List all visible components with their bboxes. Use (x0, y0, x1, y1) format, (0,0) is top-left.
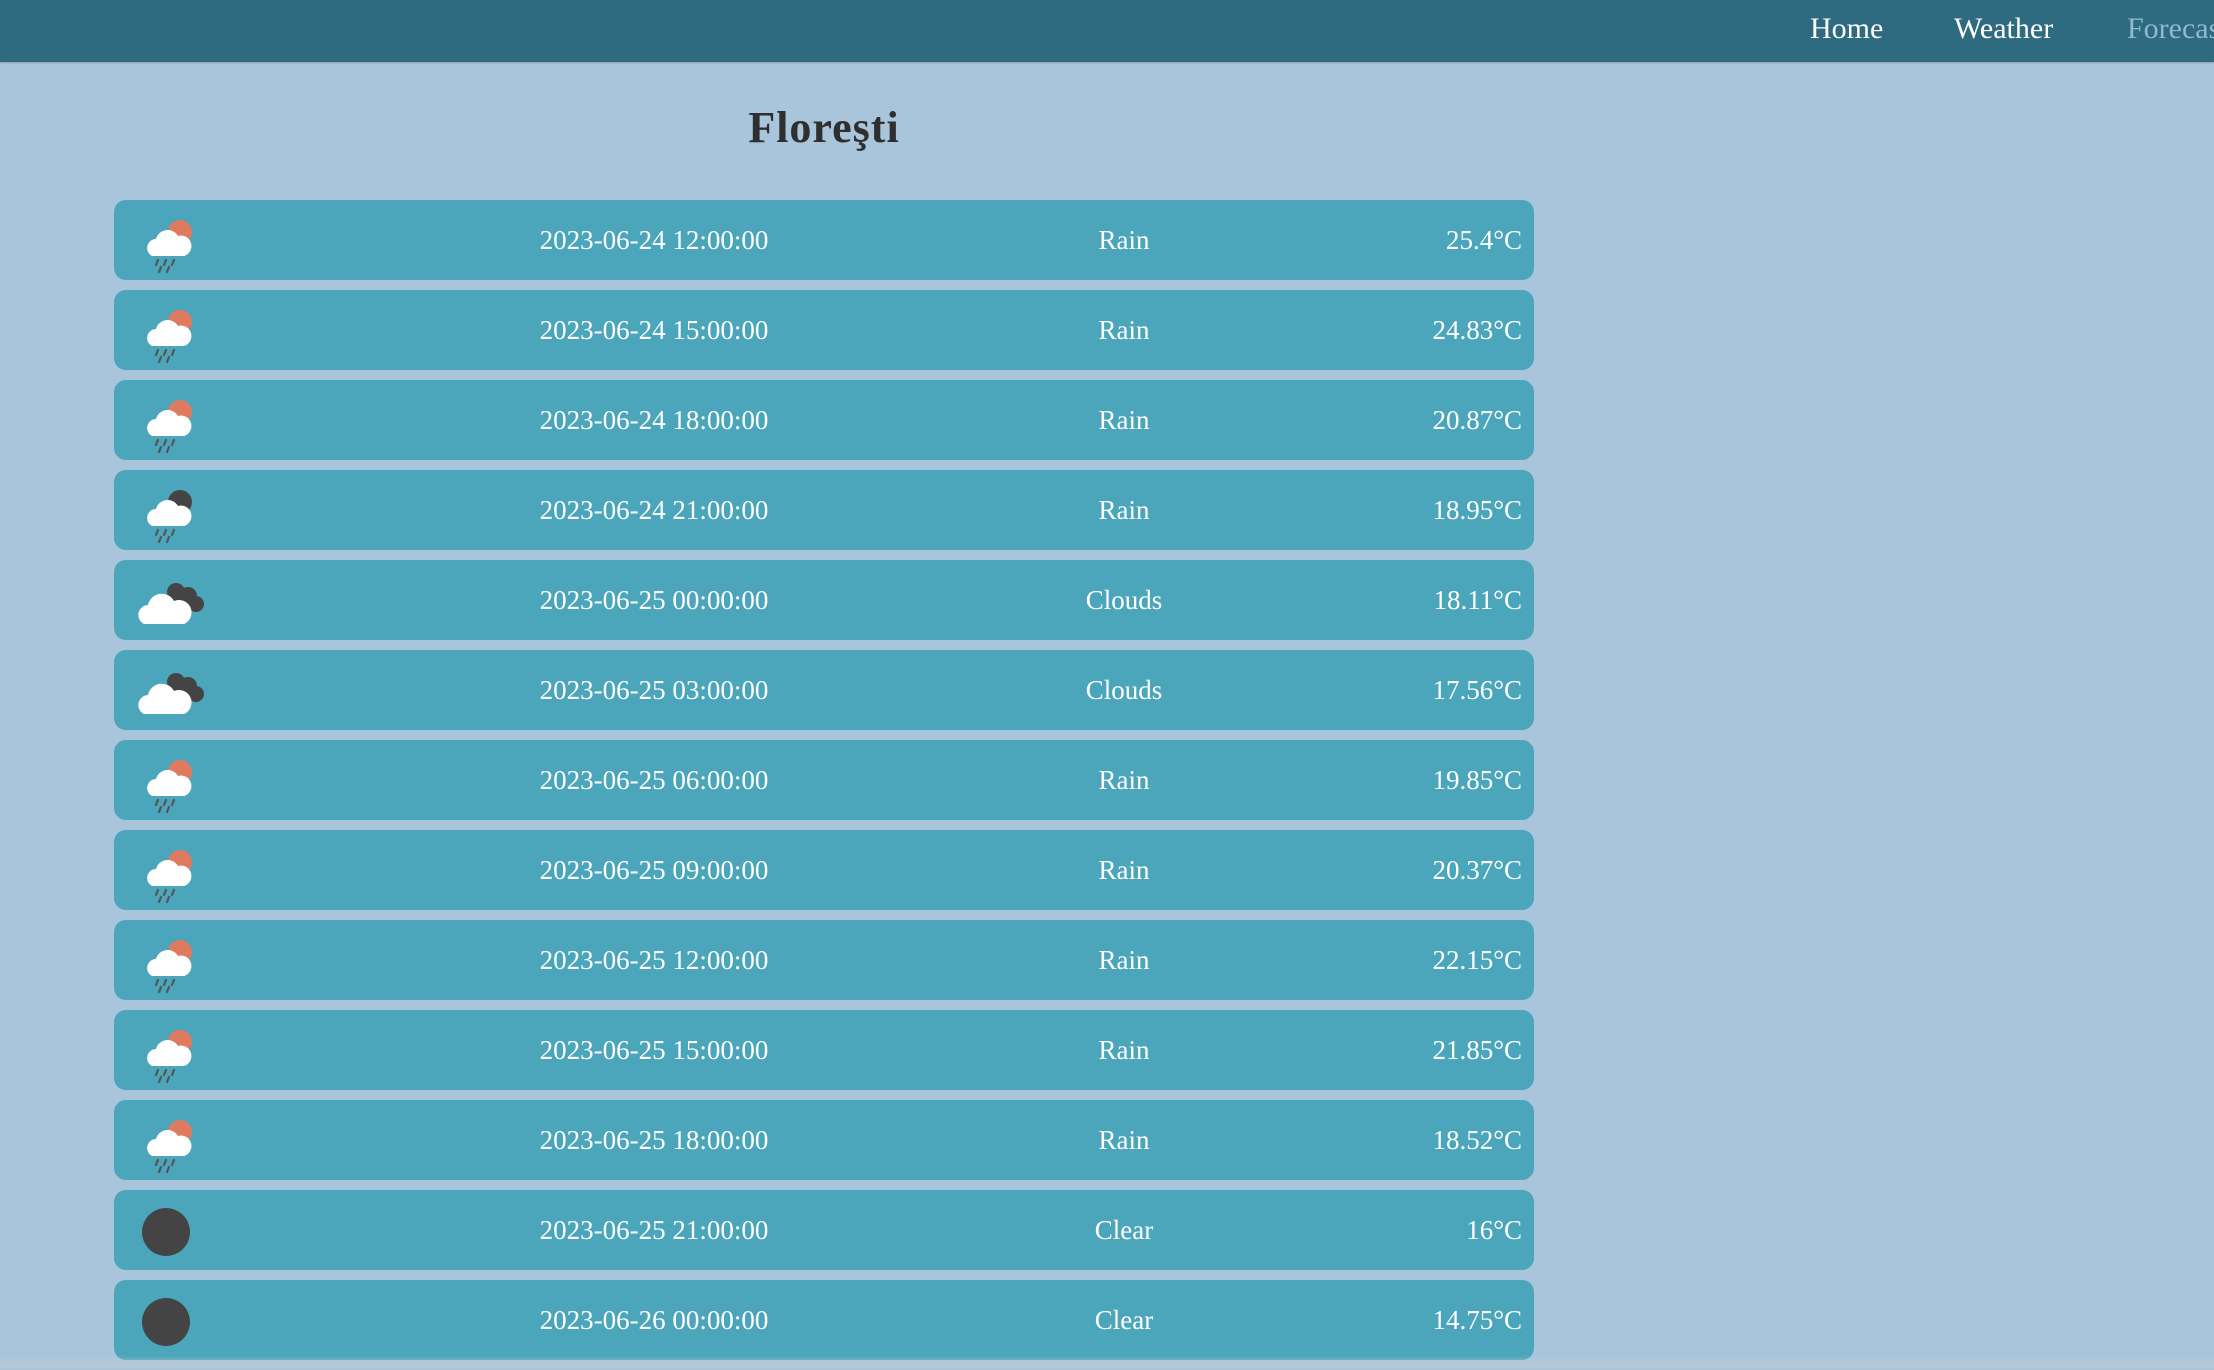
forecast-condition: Clouds (1085, 585, 1163, 615)
forecast-row: 2023-06-25 18:00:00 Rain 18.52°C (114, 1100, 1534, 1180)
clouds-icon (136, 570, 208, 630)
forecast-temperature: 19.85°C (1432, 765, 1522, 795)
forecast-condition: Rain (1098, 405, 1150, 435)
forecast-datetime: 2023-06-25 06:00:00 (539, 765, 769, 795)
forecast-datetime: 2023-06-25 09:00:00 (539, 855, 769, 885)
forecast-datetime: 2023-06-24 21:00:00 (539, 495, 769, 525)
forecast-temperature: 17.56°C (1432, 675, 1522, 705)
forecast-temperature: 18.52°C (1432, 1125, 1522, 1155)
forecast-row: 2023-06-25 12:00:00 Rain 22.15°C (114, 920, 1534, 1000)
forecast-condition: Rain (1098, 1125, 1150, 1155)
forecast-row: 2023-06-24 15:00:00 Rain 24.83°C (114, 290, 1534, 370)
forecast-temperature: 22.15°C (1432, 945, 1522, 975)
forecast-temperature: 24.83°C (1432, 315, 1522, 345)
forecast-condition: Rain (1098, 945, 1150, 975)
rain-day-icon (136, 1110, 200, 1174)
forecast-datetime: 2023-06-24 12:00:00 (539, 225, 769, 255)
forecast-datetime: 2023-06-25 15:00:00 (539, 1035, 769, 1065)
rain-day-icon (136, 1020, 200, 1084)
forecast-temperature: 18.95°C (1432, 495, 1522, 525)
city-title: Floreşti (748, 103, 900, 152)
rain-day-icon (136, 300, 200, 364)
forecast-condition: Rain (1098, 495, 1150, 525)
forecast-condition: Rain (1098, 765, 1150, 795)
forecast-datetime: 2023-06-25 03:00:00 (539, 675, 769, 705)
forecast-condition: Clear (1094, 1305, 1154, 1335)
clear-night-icon (136, 1200, 200, 1260)
forecast-temperature: 20.87°C (1432, 405, 1522, 435)
rain-day-icon (136, 930, 200, 994)
forecast-temperature: 18.11°C (1433, 585, 1522, 615)
forecast-row: 2023-06-25 00:00:00 Clouds 18.11°C (114, 560, 1534, 640)
forecast-row: 2023-06-24 18:00:00 Rain 20.87°C (114, 380, 1534, 460)
forecast-list: 2023-06-24 12:00:00 Rain 25.4°C 2023-06-24 … (114, 200, 1534, 1370)
forecast-condition: Clear (1094, 1215, 1154, 1245)
forecast-datetime: 2023-06-25 18:00:00 (539, 1125, 769, 1155)
forecast-datetime: 2023-06-25 00:00:00 (539, 585, 769, 615)
forecast-datetime: 2023-06-25 21:00:00 (539, 1215, 769, 1245)
forecast-row: 2023-06-25 09:00:00 Rain 20.37°C (114, 830, 1534, 910)
forecast-row: 2023-06-24 12:00:00 Rain 25.4°C (114, 200, 1534, 280)
forecast-temperature: 20.37°C (1432, 855, 1522, 885)
nav-weather-link[interactable]: Weather (1954, 10, 2053, 48)
rain-day-icon (136, 390, 200, 454)
forecast-temperature: 14.75°C (1432, 1305, 1522, 1335)
nav-home-link[interactable]: Home (1810, 10, 1883, 48)
scroll-edge (0, 1356, 2214, 1368)
clouds-icon (136, 660, 208, 720)
forecast-condition: Rain (1098, 1035, 1150, 1065)
nav-forecast-link[interactable]: Forecast (2127, 10, 2214, 48)
forecast-row: 2023-06-26 00:00:00 Clear 14.75°C (114, 1280, 1534, 1360)
rain-night-icon (136, 480, 200, 544)
forecast-temperature: 21.85°C (1432, 1035, 1522, 1065)
forecast-temperature: 25.4°C (1445, 225, 1522, 255)
rain-day-icon (136, 840, 200, 904)
rain-day-icon (136, 210, 200, 274)
forecast-temperature: 16°C (1466, 1215, 1522, 1245)
forecast-condition: Rain (1098, 315, 1150, 345)
rain-day-icon (136, 750, 200, 814)
top-navbar: Home Weather Forecast (0, 0, 2214, 62)
forecast-datetime: 2023-06-24 18:00:00 (539, 405, 769, 435)
forecast-row: 2023-06-25 03:00:00 Clouds 17.56°C (114, 650, 1534, 730)
clear-night-icon (136, 1290, 200, 1350)
forecast-datetime: 2023-06-26 00:00:00 (539, 1305, 769, 1335)
forecast-row: 2023-06-24 21:00:00 Rain 18.95°C (114, 470, 1534, 550)
forecast-row: 2023-06-25 15:00:00 Rain 21.85°C (114, 1010, 1534, 1090)
forecast-condition: Clouds (1085, 675, 1163, 705)
forecast-row: 2023-06-25 21:00:00 Clear 16°C (114, 1190, 1534, 1270)
forecast-condition: Rain (1098, 225, 1150, 255)
forecast-row: 2023-06-25 06:00:00 Rain 19.85°C (114, 740, 1534, 820)
forecast-condition: Rain (1098, 855, 1150, 885)
forecast-datetime: 2023-06-24 15:00:00 (539, 315, 769, 345)
forecast-datetime: 2023-06-25 12:00:00 (539, 945, 769, 975)
